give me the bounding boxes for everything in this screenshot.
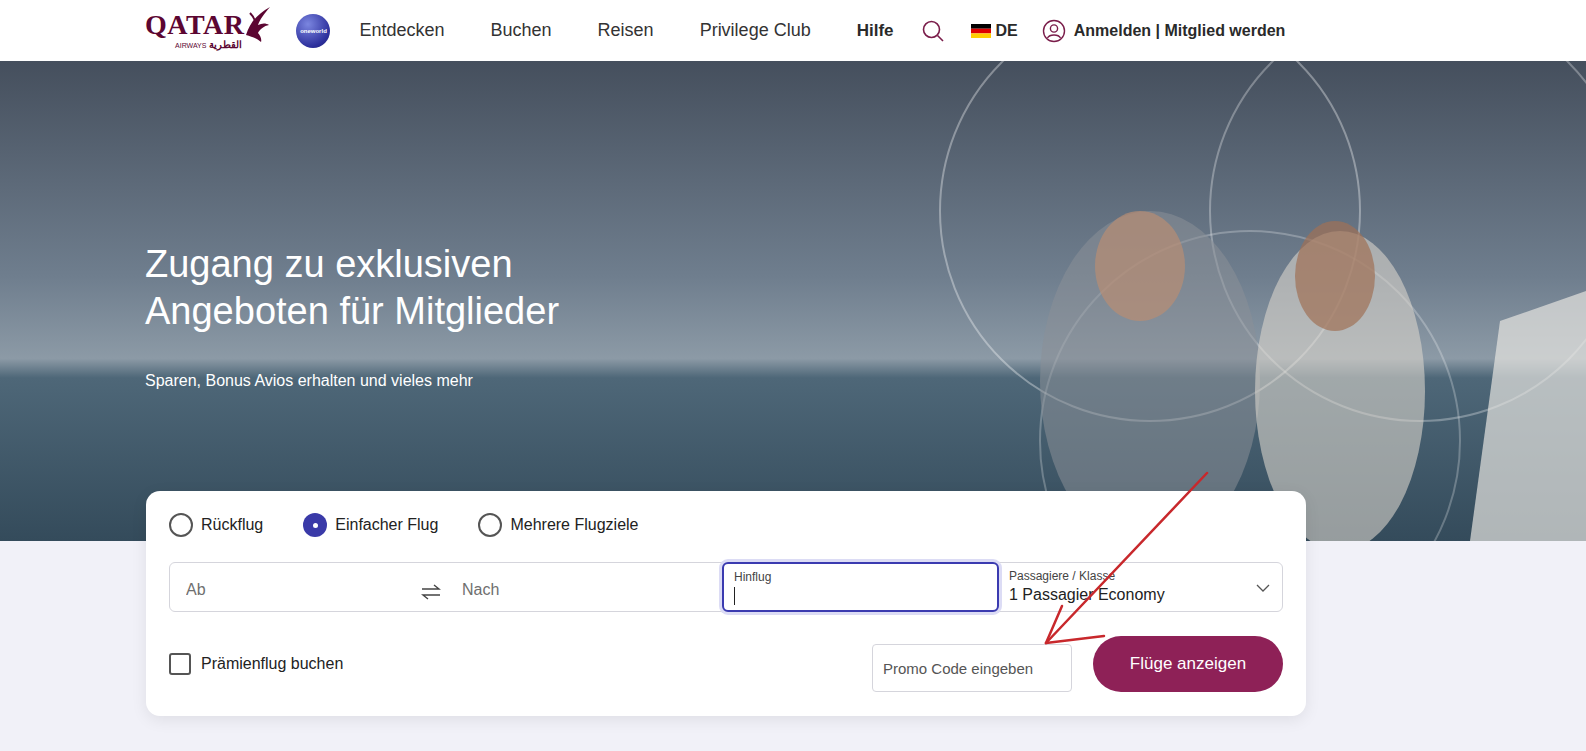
nav-item[interactable]: Hilfe bbox=[857, 18, 894, 44]
departure-label: Hinflug bbox=[734, 570, 997, 584]
award-checkbox[interactable] bbox=[169, 653, 191, 675]
oryx-logo-icon bbox=[242, 5, 272, 43]
show-flights-button[interactable]: Flüge anzeigen bbox=[1093, 636, 1283, 692]
radio-button[interactable] bbox=[478, 513, 502, 537]
departure-field[interactable]: Hinflug bbox=[722, 562, 999, 612]
award-flight-option[interactable]: Prämienflug buchen bbox=[169, 652, 343, 676]
chevron-down-icon bbox=[1256, 584, 1270, 592]
nav-item[interactable]: Privilege Club bbox=[700, 17, 811, 44]
oneworld-badge[interactable]: oneworld bbox=[296, 14, 330, 48]
trip-type-group: Rückflug Einfacher Flug Mehrere Flugziele bbox=[169, 513, 1283, 537]
trip-type-label: Mehrere Flugziele bbox=[510, 513, 638, 537]
trip-type-label: Einfacher Flug bbox=[335, 513, 438, 537]
logo-sub-text: AIRWAYS bbox=[175, 42, 206, 49]
trip-type-label: Rückflug bbox=[201, 513, 263, 537]
route-fields bbox=[170, 563, 722, 611]
logo-arabic: القطرية bbox=[209, 40, 242, 50]
nav-item[interactable]: Reisen bbox=[598, 17, 654, 44]
qatar-logo[interactable]: QATARAIRWAYSالقطرية bbox=[145, 11, 272, 50]
trip-type-option[interactable]: Mehrere Flugziele bbox=[478, 513, 638, 537]
award-label: Prämienflug buchen bbox=[201, 652, 343, 676]
language-code: DE bbox=[996, 19, 1018, 43]
passengers-value: 1 Passagier Economy bbox=[1009, 585, 1282, 605]
swap-icon[interactable] bbox=[420, 582, 442, 602]
oneworld-text: oneworld bbox=[300, 28, 327, 34]
passengers-label: Passagiere / Klasse bbox=[1009, 569, 1282, 583]
hero-photo: Zugang zu exklusivenAngeboten für Mitgli… bbox=[0, 61, 1586, 541]
search-icon[interactable] bbox=[921, 19, 945, 43]
hero-subtitle: Sparen, Bonus Avios erhalten und vieles … bbox=[145, 369, 1586, 393]
account-link[interactable]: Anmelden | Mitglied werden bbox=[1042, 19, 1286, 43]
top-header: QATARAIRWAYSالقطريةoneworldEntdeckenBuch… bbox=[0, 0, 1586, 61]
logo-sub: AIRWAYSالقطرية bbox=[175, 40, 242, 50]
to-input[interactable] bbox=[442, 578, 722, 602]
from-input[interactable] bbox=[170, 578, 420, 602]
language-selector[interactable]: DE bbox=[971, 19, 1018, 43]
hero-title-line: Angeboten für Mitglieder bbox=[145, 288, 1586, 335]
radio-dot bbox=[313, 523, 318, 528]
hero-text: Zugang zu exklusivenAngeboten für Mitgli… bbox=[0, 61, 1586, 393]
trip-type-option[interactable]: Einfacher Flug bbox=[303, 513, 438, 537]
nav-item[interactable]: Buchen bbox=[491, 17, 552, 44]
radio-button[interactable] bbox=[303, 513, 327, 537]
radio-button[interactable] bbox=[169, 513, 193, 537]
trip-type-option[interactable]: Rückflug bbox=[169, 513, 263, 537]
nav-item[interactable]: Entdecken bbox=[359, 17, 444, 44]
promo-code-input[interactable] bbox=[872, 644, 1072, 692]
hero-title: Zugang zu exklusivenAngeboten für Mitgli… bbox=[145, 241, 1586, 335]
logo-wordmark: QATAR bbox=[145, 11, 244, 39]
booking-card: Rückflug Einfacher Flug Mehrere Flugziele H… bbox=[146, 491, 1306, 716]
germany-flag-icon bbox=[971, 24, 991, 38]
departure-value-row bbox=[734, 586, 997, 606]
user-icon bbox=[1042, 19, 1066, 43]
main-nav: Entdecken Buchen Reisen Privilege Club Hilfe bbox=[359, 17, 893, 44]
passengers-field[interactable]: Passagiere / Klasse 1 Passagier Economy bbox=[999, 563, 1282, 611]
search-fields: Hinflug Passagiere / Klasse 1 Passagier Ec… bbox=[169, 562, 1283, 612]
logo-text: QATARAIRWAYSالقطرية bbox=[145, 11, 244, 50]
hero-title-line: Zugang zu exklusiven bbox=[145, 241, 1586, 288]
text-caret bbox=[734, 587, 735, 605]
account-text: Anmelden | Mitglied werden bbox=[1074, 19, 1286, 43]
search-actions: Prämienflug buchen Flüge anzeigen bbox=[169, 636, 1283, 692]
